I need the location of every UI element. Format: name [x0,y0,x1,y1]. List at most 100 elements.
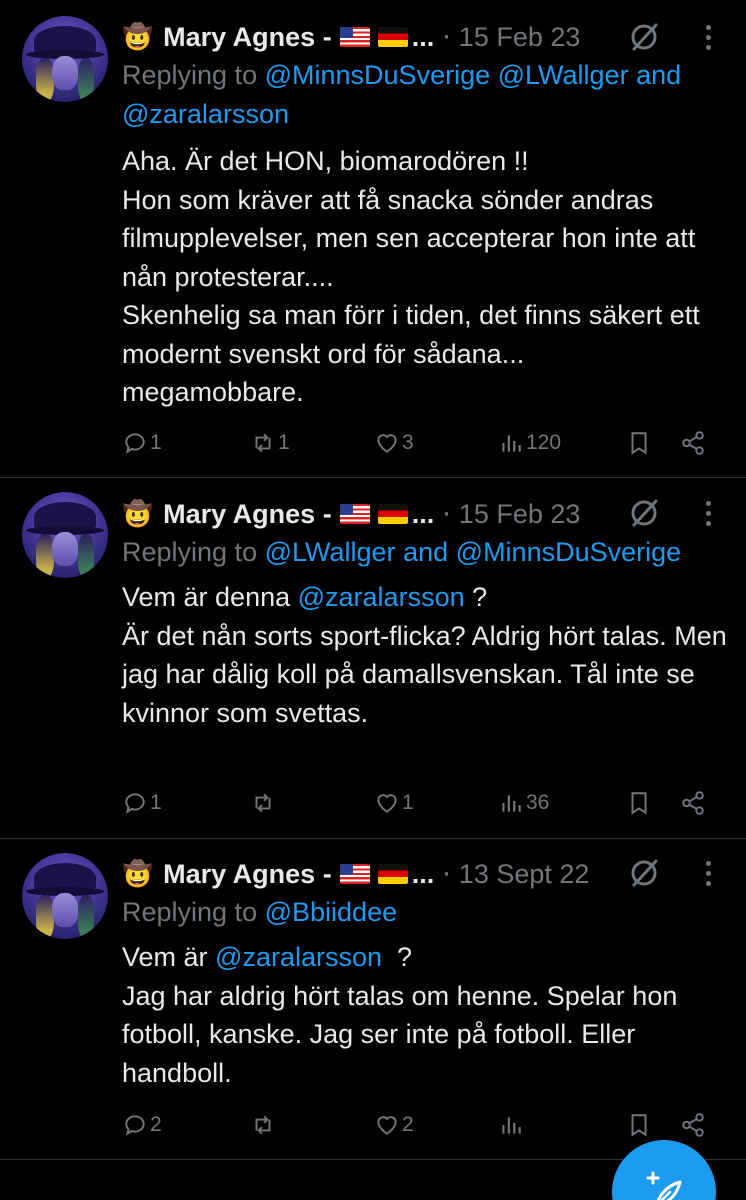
author-name[interactable]: Mary Agnes - [163,499,332,530]
mention-link[interactable]: @MinnsDuSverige [265,60,491,90]
retweet-icon [255,433,271,453]
mention-link[interactable]: @LWallger [498,60,629,90]
reply-icon [125,433,145,454]
retweet-count: 1 [278,431,290,454]
separator-dot: · [442,498,451,530]
retweet-button[interactable] [250,788,278,818]
replying-to: Replying to @MinnsDuSverige @LWallger an… [122,56,732,134]
views-icon [502,1117,521,1134]
more-icon[interactable] [701,501,715,527]
action-bar: 2 2 [122,1110,722,1140]
like-button[interactable]: 2 [374,1110,414,1140]
views-button[interactable]: 36 [498,788,549,818]
mention-and: and [403,537,449,567]
tweet-text-start: Vem är denna [122,582,298,612]
us-flag-icon [339,864,370,884]
like-icon [377,1116,397,1135]
separator-dot: · [442,21,451,53]
like-icon [377,434,397,453]
reply-count: 1 [150,791,162,814]
avatar[interactable] [22,16,108,102]
us-flag-icon [339,504,370,524]
tweet-date[interactable]: 15 Feb 23 [459,499,581,530]
tweet-header: 🤠 Mary Agnes - ... · 13 Sept 22 [122,856,589,892]
bookmark-button[interactable] [626,1110,654,1140]
compose-icon [646,1171,682,1200]
retweet-button[interactable] [250,1110,278,1140]
mention-link[interactable]: @zaralarsson [122,99,289,129]
share-button[interactable] [680,788,708,818]
tweet-header: 🤠 Mary Agnes - ... · 15 Feb 23 [122,19,580,55]
like-icon [377,794,397,813]
action-bar: 1 1 3 120 [122,428,722,458]
author-name[interactable]: Mary Agnes - [163,859,332,890]
more-icon[interactable] [701,25,715,51]
tweet-1[interactable]: 🤠 Mary Agnes - ... · 15 Feb 23 Replying … [0,0,746,478]
tweet-text: Vem är @zaralarsson ? Jag har aldrig hör… [122,938,732,1092]
bookmark-icon [631,1114,647,1137]
cowboy-emoji: 🤠 [122,22,154,51]
grok-icon[interactable] [628,21,660,53]
retweet-icon [255,1115,271,1135]
views-button[interactable] [498,1110,526,1140]
views-icon [502,795,521,812]
mention-link[interactable]: @zaralarsson [215,942,382,972]
like-count: 1 [402,791,414,814]
germany-flag-icon [377,504,408,524]
tweet-text: Aha. Är det HON, biomarodören !! Hon som… [122,146,700,407]
cowboy-emoji: 🤠 [122,859,154,888]
grok-icon[interactable] [628,497,660,529]
avatar[interactable] [22,492,108,578]
mention-link[interactable]: @LWallger [265,537,396,567]
tweet-2[interactable]: 🤠 Mary Agnes - ... · 15 Feb 23 Replying … [0,478,746,838]
tweet-3[interactable]: 🤠 Mary Agnes - ... · 13 Sept 22 Replying… [0,839,746,1159]
reply-count: 1 [150,431,162,454]
replying-to-label: Replying to [122,537,258,567]
name-ellipsis: ... [411,858,435,889]
views-count: 120 [526,431,562,454]
bookmark-icon [631,432,647,455]
cowboy-emoji: 🤠 [122,499,154,528]
mention-and: and [636,60,682,90]
replying-to-label: Replying to [122,897,258,927]
mention-link[interactable]: @zaralarsson [298,582,465,612]
share-icon [682,791,704,815]
avatar[interactable] [22,853,108,939]
germany-flag-icon [377,27,408,47]
reply-icon [125,793,145,814]
share-icon [682,431,704,455]
reply-button[interactable]: 1 [122,788,162,818]
tweet-date[interactable]: 13 Sept 22 [459,859,590,890]
retweet-icon [255,793,271,813]
like-count: 3 [402,431,414,454]
name-ellipsis: ... [411,498,435,529]
tweet-text-start: Vem är [122,942,216,972]
tweet-text: Vem är denna @zaralarsson ? Är det nån s… [122,578,732,732]
grok-icon[interactable] [628,857,660,889]
us-flag-icon [339,27,370,47]
bookmark-button[interactable] [626,428,654,458]
like-count: 2 [402,1113,414,1136]
replying-to: Replying to @LWallger and @MinnsDuSverig… [122,533,732,572]
reply-button[interactable]: 2 [122,1110,162,1140]
share-button[interactable] [680,428,708,458]
views-icon [502,435,521,452]
mention-link[interactable]: @Bbiiddee [265,897,398,927]
like-button[interactable]: 1 [374,788,414,818]
share-button[interactable] [680,1110,708,1140]
name-ellipsis: ... [411,21,435,52]
tweet-header: 🤠 Mary Agnes - ... · 15 Feb 23 [122,496,580,532]
views-button[interactable]: 120 [498,428,561,458]
author-name[interactable]: Mary Agnes - [163,22,332,53]
views-count: 36 [526,791,550,814]
retweet-button[interactable]: 1 [250,428,290,458]
reply-button[interactable]: 1 [122,428,162,458]
more-icon[interactable] [701,861,715,887]
bookmark-button[interactable] [626,788,654,818]
share-icon [682,1113,704,1137]
mention-link[interactable]: @MinnsDuSverige [456,537,682,567]
like-button[interactable]: 3 [374,428,414,458]
reply-icon [125,1115,145,1136]
tweet-date[interactable]: 15 Feb 23 [459,22,581,53]
separator-dot: · [442,858,451,890]
